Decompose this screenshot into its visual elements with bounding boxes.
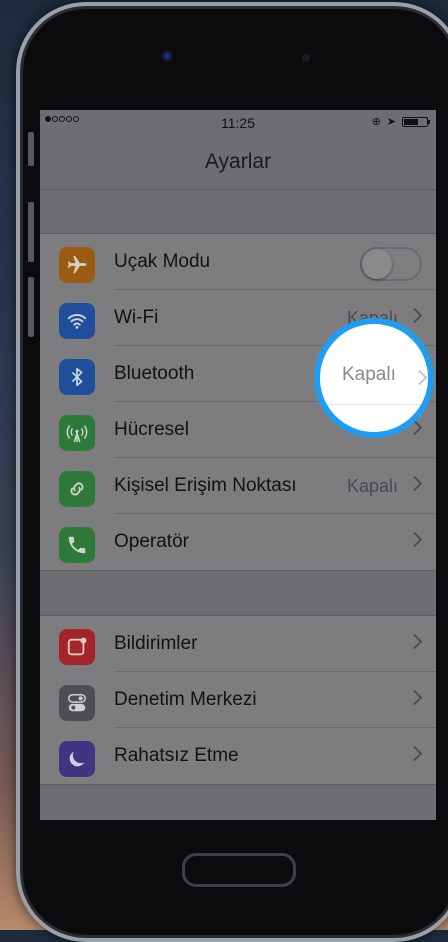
bluetooth-icon [59,359,95,395]
hotspot-icon [59,471,95,507]
settings-row-label: Rahatsız Etme [114,745,239,766]
chevron-right-icon [406,531,423,548]
volume-down-button [28,277,34,337]
settings-row-rahatsiz-etme[interactable]: Rahatsız Etme [40,728,436,784]
notifications-icon [59,629,95,665]
settings-row-label: Bildirimler [114,633,198,654]
cellular-icon [59,415,95,451]
wifi-icon [59,303,95,339]
settings-row-label: Hücresel [114,419,189,440]
settings-row-value: Kapalı [346,476,398,496]
airplane-mode-toggle[interactable] [360,247,422,281]
settings-group-system: Bildirimler Denetim Merkezi Rahatsız Etme [40,615,436,785]
phone-icon [59,527,95,563]
bluetooth-highlight-callout: Kapalı [314,318,434,438]
settings-row-label: Wi-Fi [114,307,159,328]
chevron-right-icon [411,369,428,386]
chevron-right-icon [406,745,423,762]
settings-row-label: Operatör [114,531,189,552]
front-camera [161,50,173,62]
moon-icon [59,741,95,777]
highlight-value: Kapalı [342,364,396,385]
navigation-bar: Ayarlar [40,134,436,190]
rotation-lock-icon: ⊕ [371,116,381,128]
location-icon: ➤ [386,116,396,128]
airplane-icon [59,247,95,283]
status-bar: 11:25 ⊕ ➤ [40,110,436,134]
control-center-icon [59,685,95,721]
battery-icon [402,116,430,127]
chevron-right-icon [406,307,423,324]
settings-row-bildirimler[interactable]: Bildirimler [40,616,436,672]
settings-row-label: Kişisel Erişim Noktası [114,475,297,496]
settings-row-label: Bluetooth [114,363,195,384]
chevron-right-icon [406,689,423,706]
volume-up-button [28,202,34,262]
settings-row-label: Uçak Modu [114,251,211,272]
proximity-sensor [302,54,310,62]
settings-row-denetim-merkezi[interactable]: Denetim Merkezi [40,672,436,728]
settings-screen: 11:25 ⊕ ➤ Ayarlar Uçak Modu Wi-Fi Kapalı Bl… [40,110,436,820]
settings-row-label: Denetim Merkezi [114,689,257,710]
home-button[interactable] [182,853,296,887]
mute-switch [28,132,34,166]
chevron-right-icon [406,475,423,492]
settings-row-kisisel-erisim-noktasi[interactable]: Kişisel Erişim Noktası Kapalı [40,458,436,514]
settings-row-operator[interactable]: Operatör [40,514,436,570]
toggle-knob [362,249,392,279]
page-title: Ayarlar [204,150,272,173]
settings-row-ucak-modu[interactable]: Uçak Modu [40,234,436,290]
chevron-right-icon [406,633,423,650]
